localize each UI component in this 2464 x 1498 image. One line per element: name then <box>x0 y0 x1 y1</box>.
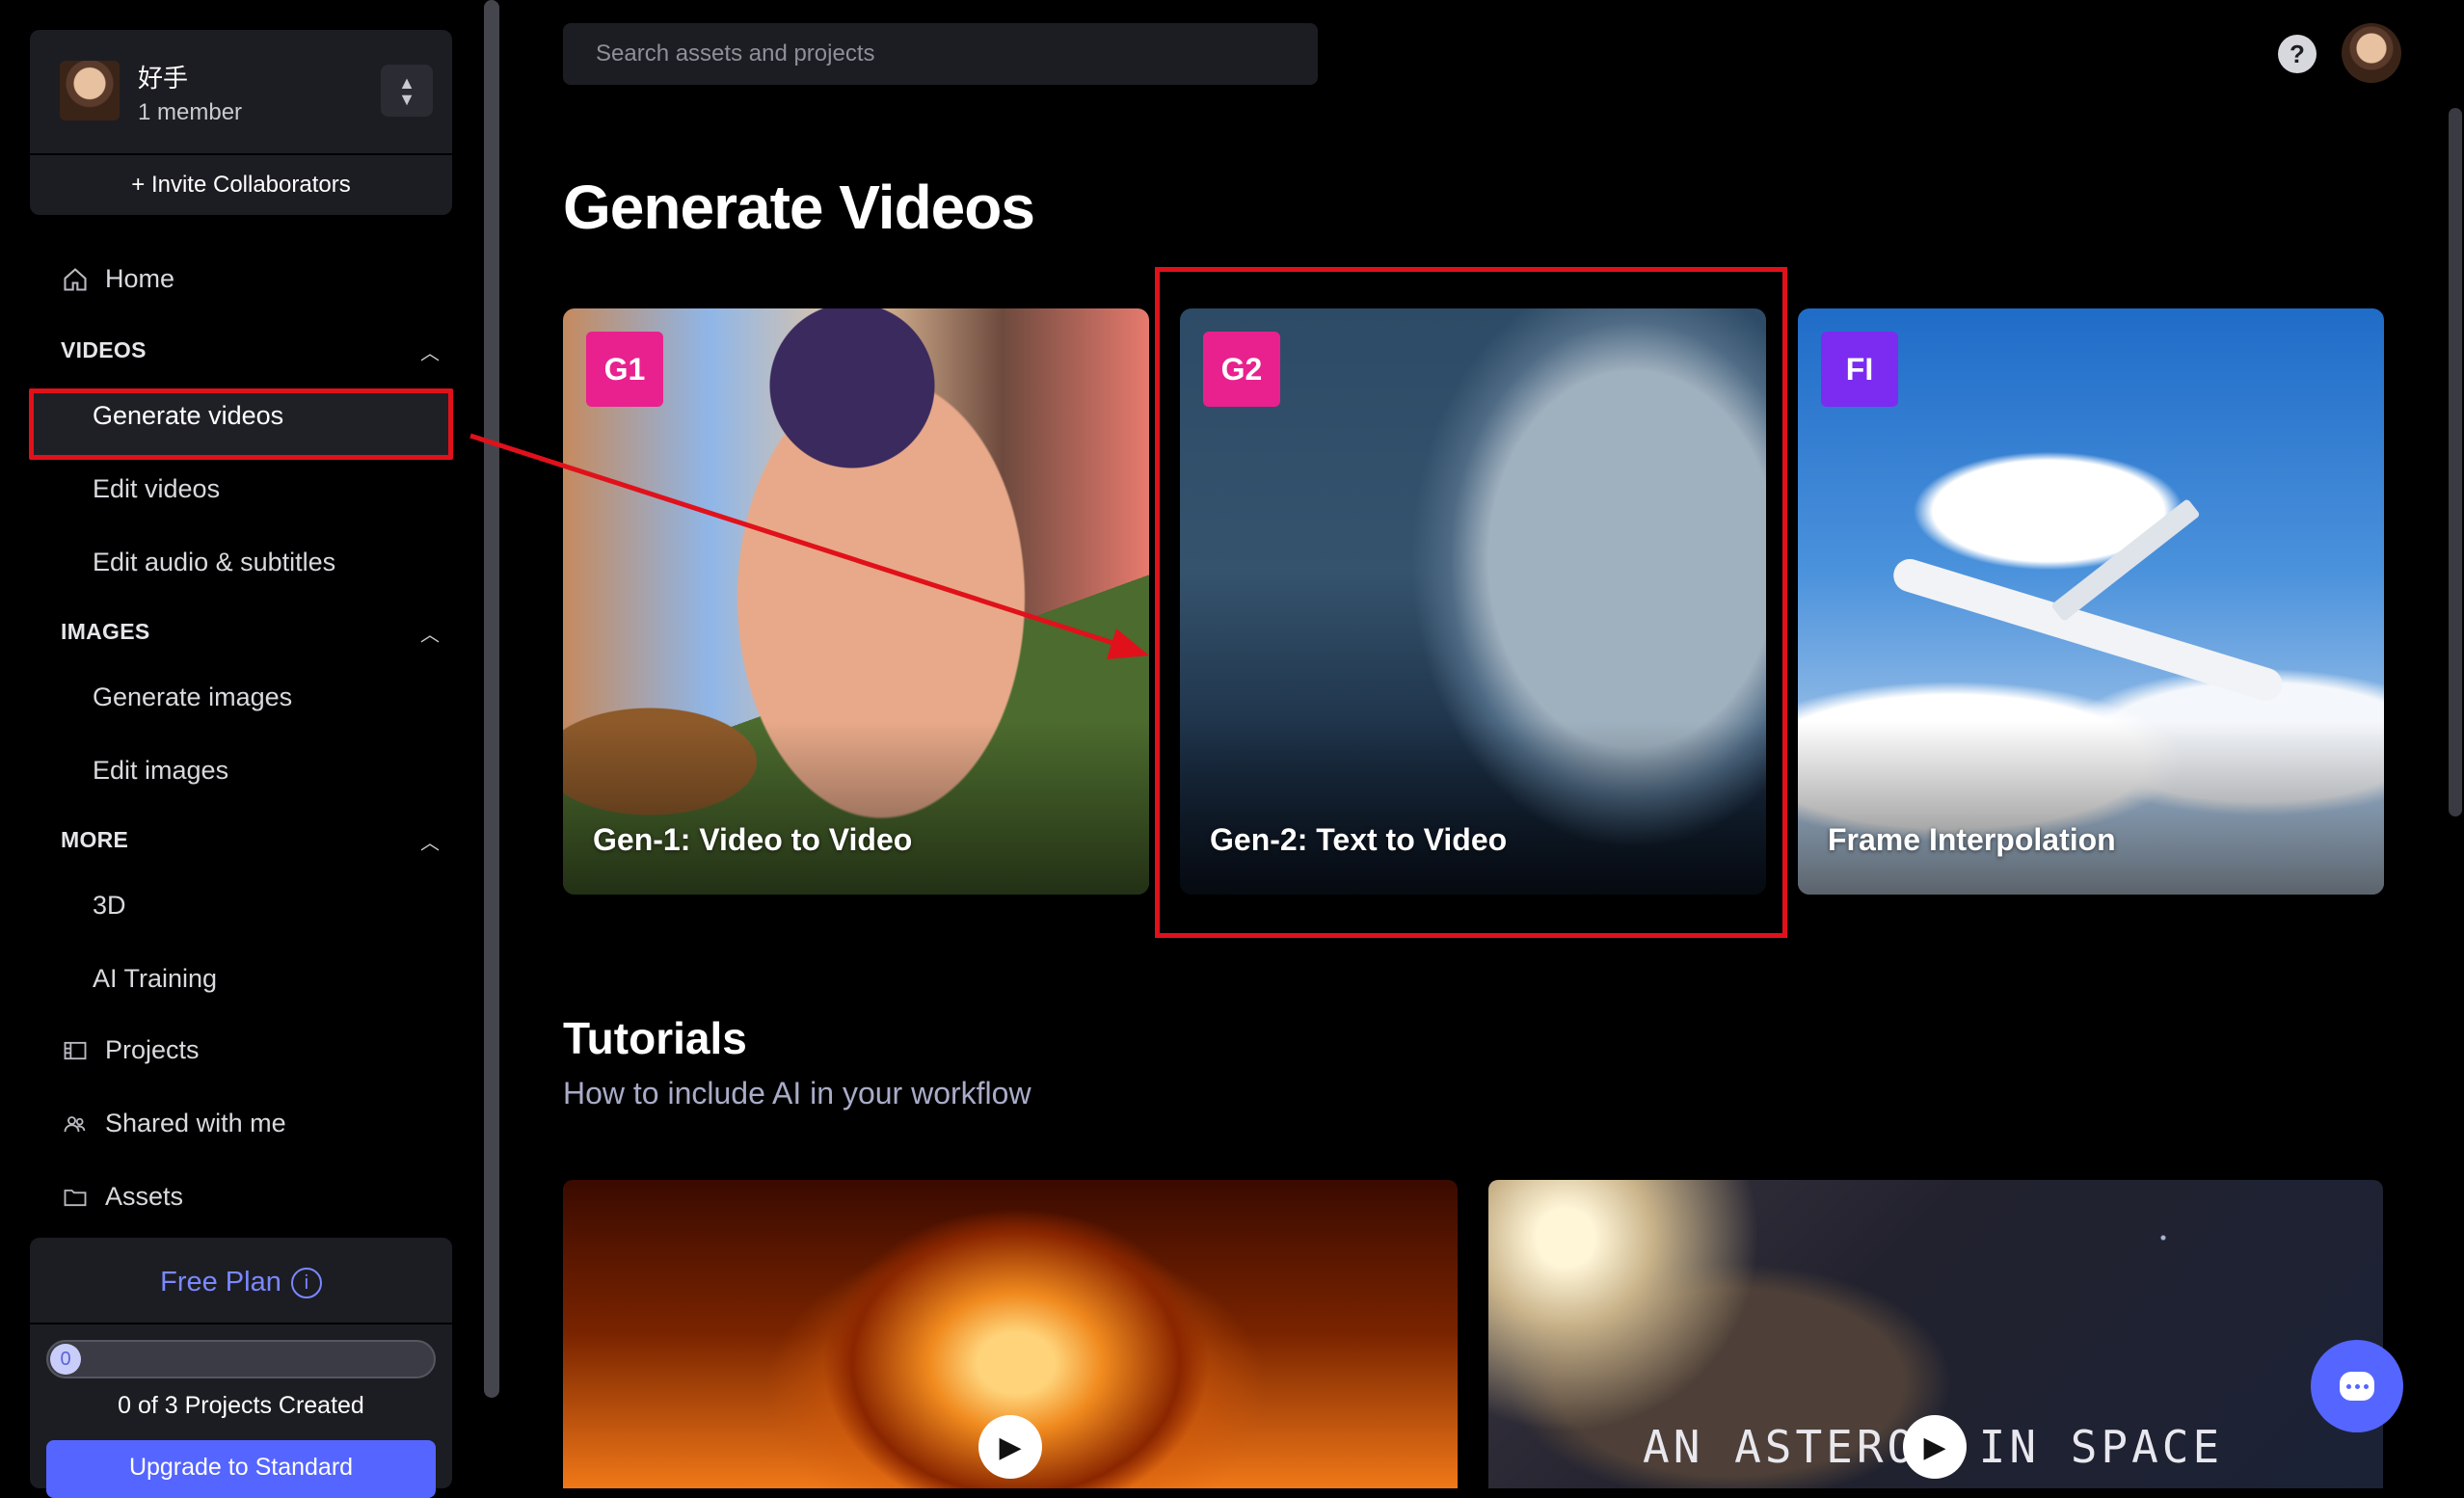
tutorial-video-card[interactable]: ▶ <box>563 1180 1458 1488</box>
play-icon[interactable]: ▶ <box>1903 1415 1967 1479</box>
chat-support-button[interactable] <box>2311 1340 2403 1432</box>
tutorials-subheading: How to include AI in your workflow <box>563 1076 1031 1110</box>
chat-icon <box>2340 1372 2374 1401</box>
tutorials-heading: Tutorials <box>563 1013 747 1063</box>
tutorial-video-card[interactable]: AN ASTERO IN SPACE ▶ <box>1488 1180 2383 1488</box>
play-icon[interactable]: ▶ <box>978 1415 1042 1479</box>
